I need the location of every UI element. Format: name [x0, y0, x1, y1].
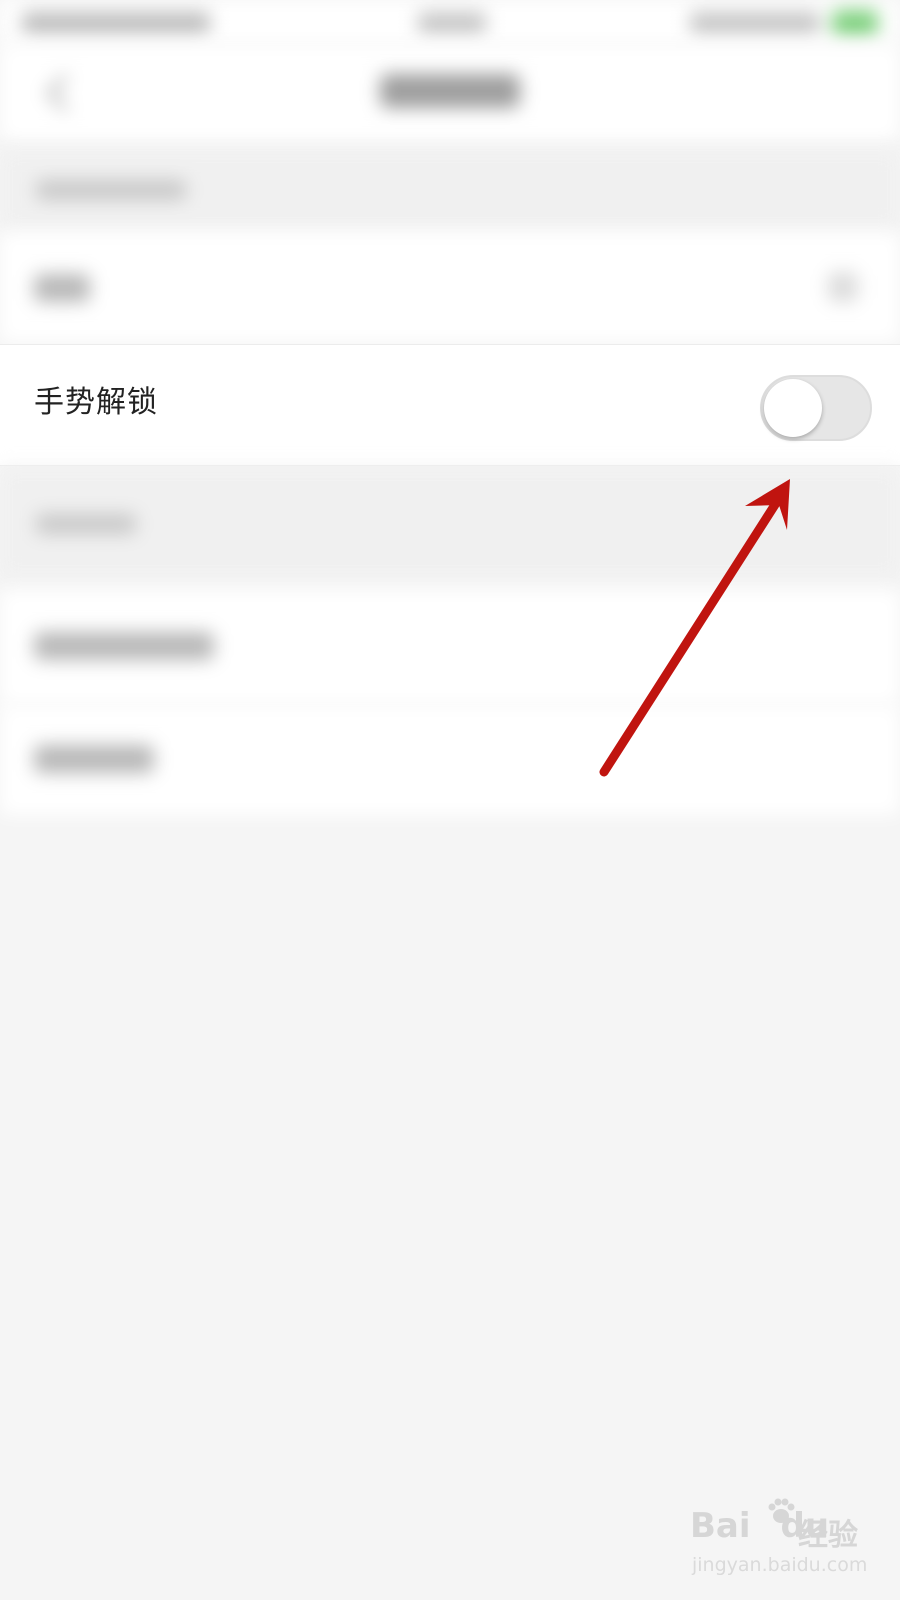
row-label-blurred: [34, 274, 90, 302]
gesture-unlock-toggle[interactable]: [760, 375, 872, 441]
section-title-blurred-2: [36, 514, 136, 534]
settings-row-blurred-2[interactable]: [0, 590, 900, 705]
status-time-blurred: [418, 12, 486, 34]
settings-screen: 手势解锁 Bai du 经验 jingyan.baidu.com: [0, 0, 900, 1600]
nav-bar: [0, 44, 900, 140]
watermark-logo-text: Bai: [690, 1506, 751, 1546]
watermark-url: jingyan.baidu.com: [692, 1554, 868, 1576]
row-label-blurred-3: [34, 745, 154, 773]
settings-row-blurred-3[interactable]: [0, 705, 900, 815]
paw-logo-icon: [768, 1498, 795, 1523]
status-carrier-blurred: [22, 12, 210, 34]
row-chevron-blurred-icon: [828, 272, 858, 302]
toggle-knob: [764, 379, 822, 437]
gesture-unlock-row: 手势解锁: [0, 344, 900, 466]
baidu-jingyan-watermark: Bai du 经验 jingyan.baidu.com: [690, 1496, 870, 1588]
page-title-blurred: [380, 74, 520, 108]
section-title-blurred: [36, 180, 186, 200]
row-label-blurred-2: [34, 632, 214, 660]
status-indicators-blurred: [690, 12, 820, 34]
battery-icon: [832, 10, 878, 36]
settings-row-blurred[interactable]: [0, 232, 900, 342]
status-bar: [0, 0, 900, 44]
gesture-unlock-label: 手势解锁: [34, 385, 158, 420]
section-header-blurred: [0, 150, 900, 230]
section-header-blurred-2: [0, 468, 900, 578]
back-arrow-icon[interactable]: [46, 74, 84, 112]
watermark-brand: 经验: [798, 1518, 858, 1553]
